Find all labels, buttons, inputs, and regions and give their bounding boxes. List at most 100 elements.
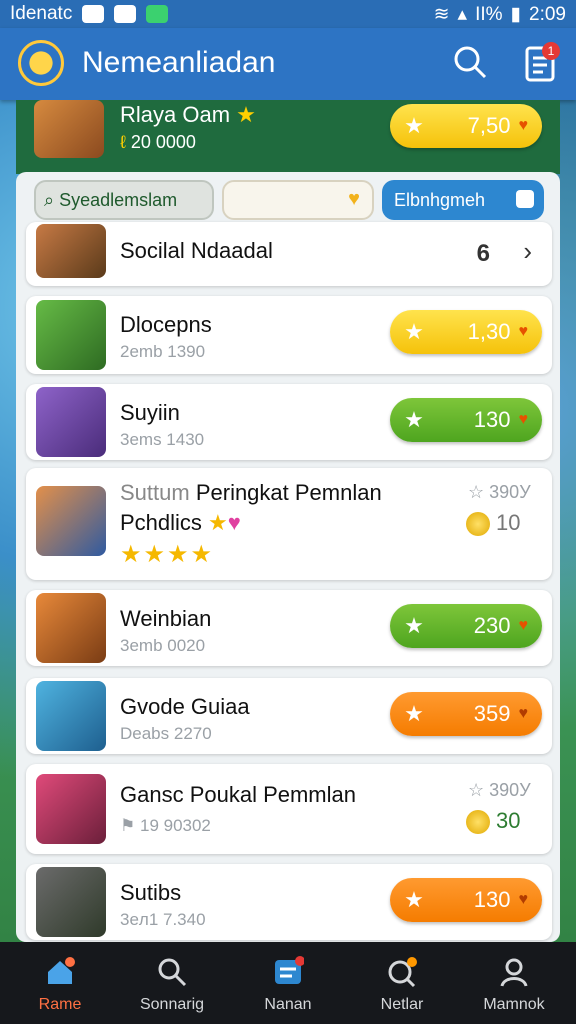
search-icon: ⌕ [44,190,55,210]
coin-value: 30 [496,808,521,833]
heart-icon: ♥ [518,891,529,908]
nav-label: Mamnok [483,996,545,1013]
lock-icon [516,190,534,208]
messages-icon [275,956,304,984]
status-bar: Idenatc ≋ ▴ ΙΙ% ▮ 2:09 [0,0,576,28]
heart-icon: ♥ [518,705,529,722]
chat-icon [146,5,169,23]
list-item[interactable]: Gvode Guiaa Deabs 2270 ★ 359 ♥ [26,678,552,754]
list-item[interactable]: Dlocepns 2emb 1390 ★ 1,30 ♥ [26,296,552,374]
avatar [36,300,106,370]
star-icon: ★ [404,113,424,138]
nav-messages[interactable]: Nanan [238,942,338,1024]
coin-value: 10 [496,510,521,535]
star-outline-icon: ☆ [468,482,485,502]
list-item-expanded[interactable]: Suttum Peringkat Pemnlan Pchdlics ★♥ ★★★… [26,468,552,580]
notifications-icon [388,957,417,988]
tab-search[interactable]: ⌕ Syeadlemslam [34,180,214,220]
rating-stars: ★★★★ [120,541,215,568]
list-item[interactable]: Sutibs 3eл1 7.340 ★ 130 ♥ [26,864,552,940]
app-logo-icon[interactable] [18,40,64,86]
score-pill[interactable]: ★ 1,30 ♥ [390,310,542,354]
search-icon [158,958,187,987]
row-name: Suttum Peringkat Pemnlan [120,480,382,505]
row-name: Dlocepns [120,312,212,337]
star-icon: ★ [404,407,424,432]
camera-icon [114,5,137,23]
avatar [36,486,106,556]
row-name: Gansc Poukal Pemmlan [120,782,356,807]
score-pill[interactable]: ★ 130 ♥ [390,398,542,442]
nav-profile[interactable]: Mamnok [464,942,564,1024]
row-sub: 3ems 1430 [120,430,205,449]
score-pill[interactable]: ★ 7,50 ♥ [390,104,542,148]
score-pill[interactable]: ★ 130 ♥ [390,878,542,922]
heart-icon: ♥ [518,411,529,428]
row-sub: 3emb 0020 [120,636,206,655]
list-item[interactable]: Suyiin 3ems 1430 ★ 130 ♥ [26,384,552,460]
heart-icon: ♥ [518,323,529,340]
list-item[interactable]: Gansc Poukal Pemmlan ⚑ 19 90302 ☆ 390У 3… [26,764,552,854]
star-outline-icon: ☆ [468,780,485,800]
score-pill[interactable]: ★ 359 ♥ [390,692,542,736]
list-item[interactable]: Socilal Ndaadal 6 › [26,222,552,286]
featured-player[interactable]: Rlaya Oam ★ ℓ 20 0000 ★ 7,50 ♥ [16,100,560,174]
nav-notifications[interactable]: Netlar [352,942,452,1024]
list-item[interactable]: Weinbian 3emb 0020 ★ 230 ♥ [26,590,552,666]
avatar [36,774,106,844]
row-name: Gvode Guiaa [120,694,250,719]
search-icon[interactable] [452,44,488,80]
row-stat: ☆ 390У [468,482,531,502]
tab-locked[interactable]: Elbnhgmeh [382,180,544,220]
heart-icon: ♥ [348,188,360,210]
nav-label: Nanan [264,996,312,1013]
tab-favorites[interactable]: ♥ [222,180,374,220]
carrier-text: Idenatc [10,3,73,24]
avatar [36,867,106,937]
wifi-icon: ≋ [433,4,450,25]
star-icon: ★ [404,319,424,344]
tab-bar: ⌕ Syeadlemslam ♥ Elbnhgmeh [16,176,560,224]
coin-icon: ℓ [120,132,126,152]
nav-label: Rame [38,996,82,1013]
star-icon: ★ [236,102,256,127]
star-icon: ★ [404,613,424,638]
row-name-line2: Pchdlics ★♥ [120,510,241,535]
profile-icon [500,958,528,987]
avatar [36,681,106,751]
row-sub: ⚑ 19 90302 [120,816,211,835]
nav-label: Sonnarig [139,996,205,1013]
star-icon: ★ [404,887,424,912]
vk-icon [82,5,105,23]
heart-icon: ♥ [518,617,529,634]
nav-search[interactable]: Sonnarig [122,942,222,1024]
row-name: Sutibs [120,880,182,905]
home-icon [48,957,75,984]
star-icon: ★ [208,510,228,535]
coin-icon [466,810,490,834]
chevron-right-icon[interactable]: › [523,236,532,267]
notification-badge: 1 [542,42,560,60]
tag-icon: ⚑ [120,816,136,835]
avatar [36,593,106,663]
row-sub: 2emb 1390 [120,342,206,361]
bottom-nav: Rame Sonnarig Nanan Netlar Mamnok [0,942,576,1024]
featured-score: ℓ 20 0000 [120,132,196,152]
battery-text: ΙΙ% [475,3,503,25]
star-icon: ★ [404,701,424,726]
row-name: Weinbian [120,606,212,631]
score-pill[interactable]: ★ 230 ♥ [390,604,542,648]
row-name: Suyiin [120,400,180,425]
row-name: Socilal Ndaadal [120,238,273,263]
row-count: 6 [476,240,490,267]
avatar [36,224,106,278]
heart-icon: ♥ [518,117,529,134]
row-sub: Deabs 2270 [120,724,212,743]
app-title: Nemeanliadan [82,46,276,79]
battery-icon: ▮ [510,4,522,25]
nav-home[interactable]: Rame [10,942,110,1024]
featured-name: Rlaya Oam ★ [120,102,256,127]
row-stat: ☆ 390У [468,780,531,800]
signal-icon: ▴ [457,4,468,25]
avatar [36,387,106,457]
